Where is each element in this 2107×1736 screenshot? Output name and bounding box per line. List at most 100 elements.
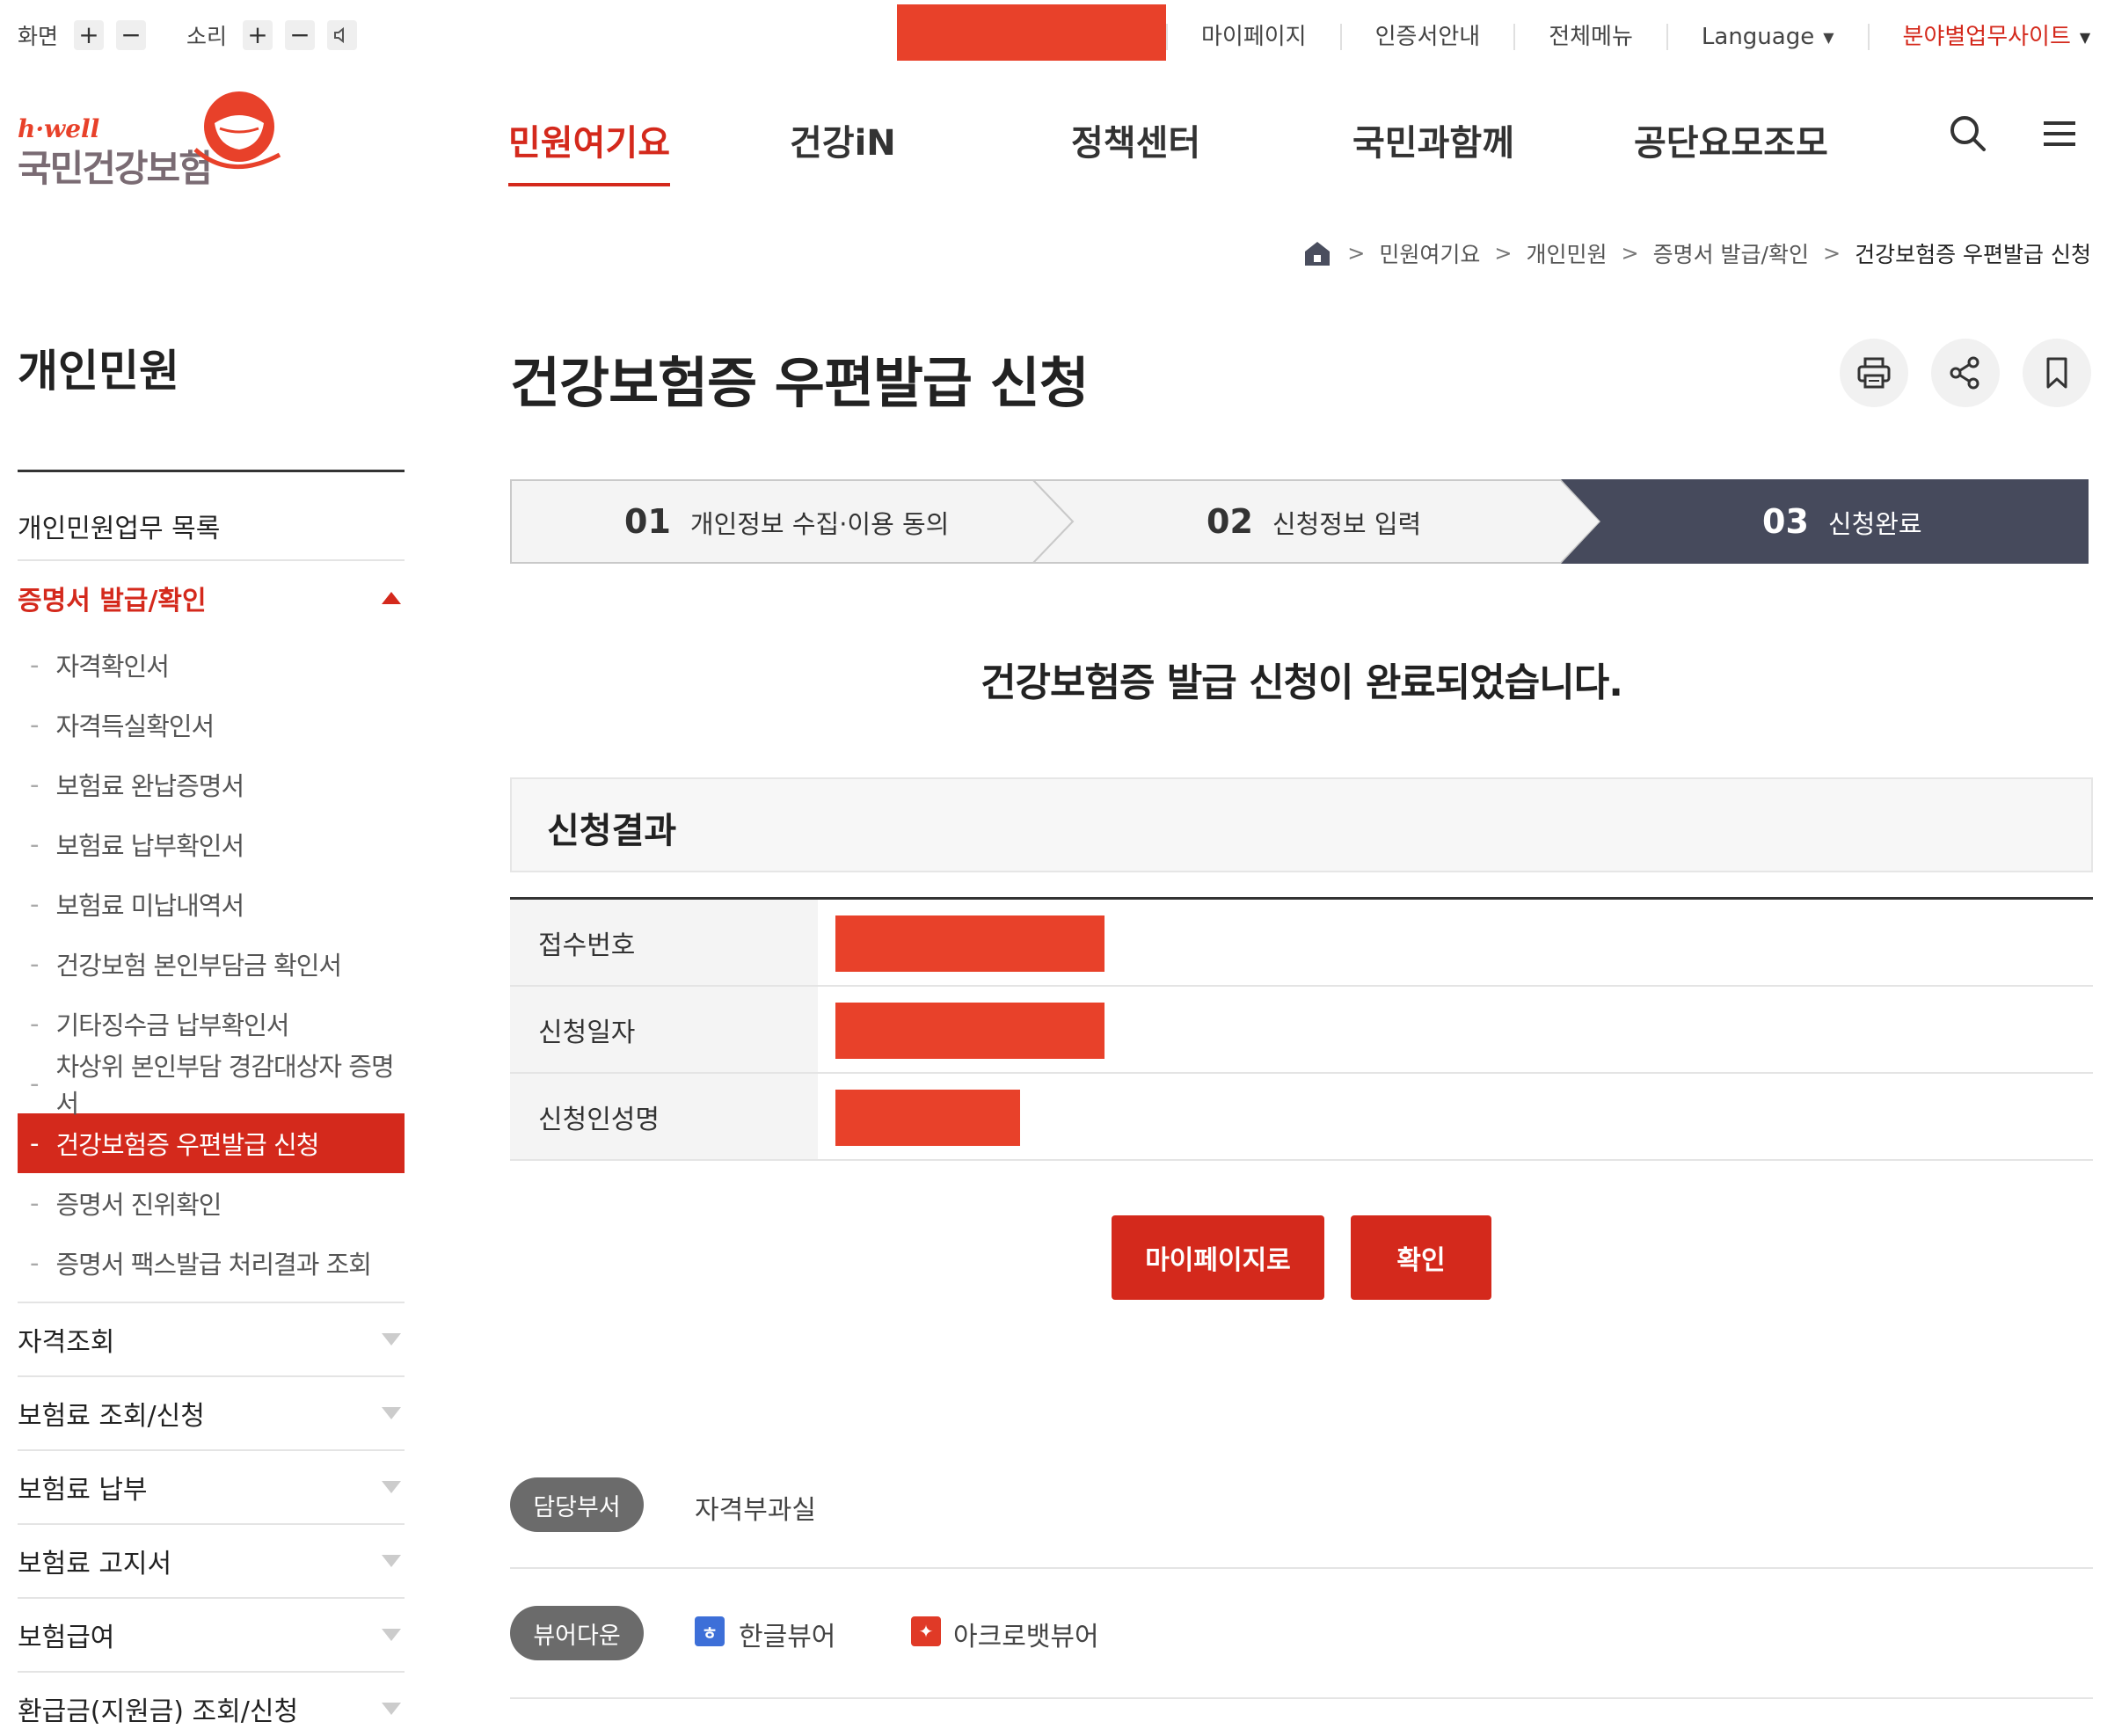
redacted-block <box>897 4 1166 61</box>
sidebar-section-eligibility[interactable]: 자격조회 <box>18 1303 405 1377</box>
search-icon[interactable] <box>1947 113 1989 155</box>
result-table: 접수번호 신청일자 신청인성명 <box>510 897 2093 1161</box>
expand-arrow-icon <box>382 1481 401 1493</box>
screen-zoom-control: 화면 + − <box>18 19 158 51</box>
breadcrumb-item[interactable]: 증명서 발급/확인 <box>1653 237 1809 269</box>
print-icon <box>1857 357 1891 389</box>
sidebar-section-label: 보험료 납부 <box>18 1475 148 1506</box>
hangul-viewer-link[interactable]: 한글뷰어 <box>739 1615 835 1653</box>
acrobat-viewer-icon: ✦ <box>911 1616 941 1646</box>
sidebar-section-certificates[interactable]: 증명서 발급/확인 <box>18 561 405 635</box>
mypage-button[interactable]: 마이페이지로 <box>1112 1215 1324 1300</box>
sidebar-sub-item[interactable]: - 차상위 본인부담 경감대상자 증명서 <box>18 1052 405 1119</box>
step-2: 02 신청정보 입력 <box>1207 502 1421 541</box>
gnb-about-nhis[interactable]: 공단요모조모 <box>1634 114 1828 165</box>
sidebar-sub-item[interactable]: - 증명서 팩스발급 처리결과 조회 <box>18 1233 405 1293</box>
gnb-policy-center[interactable]: 정책센터 <box>1071 114 1200 165</box>
gnb-civil-service[interactable]: 민원여기요 <box>508 114 670 186</box>
sidebar-divider <box>18 470 405 472</box>
sidebar-sub-item-active[interactable]: - 건강보험증 우편발급 신청 <box>18 1113 405 1173</box>
step-label: 신청완료 <box>1827 509 1922 539</box>
step-label: 신청정보 입력 <box>1272 509 1422 539</box>
sidebar-sub-item[interactable]: - 증명서 진위확인 <box>18 1173 405 1233</box>
step-3-current: 03 신청완료 <box>1762 502 1922 541</box>
utility-bar: 화면 + − 소리 + − 마이페이지 인증서안내 전체메뉴 Language ▼… <box>0 0 2107 74</box>
language-select[interactable]: Language ▼ <box>1666 24 1868 50</box>
expand-arrow-icon <box>382 1555 401 1567</box>
table-row: 신청일자 <box>510 987 2093 1074</box>
sidebar-sub-label: 자격확인서 <box>55 652 169 682</box>
sound-up-button[interactable]: + <box>243 20 273 50</box>
row-header-application-date: 신청일자 <box>510 987 818 1072</box>
breadcrumb-item[interactable]: 민원여기요 <box>1379 237 1480 269</box>
certificate-guide-link[interactable]: 인증서안내 <box>1339 24 1514 50</box>
utility-links: 마이페이지 인증서안내 전체메뉴 Language ▼ 분야별업무사이트 ▼ <box>1166 19 2107 55</box>
caret-down-icon: ▼ <box>1823 28 1834 46</box>
sound-down-button[interactable]: − <box>285 20 316 50</box>
all-menu-link[interactable]: 전체메뉴 <box>1513 24 1666 50</box>
speaker-button[interactable] <box>327 20 358 50</box>
sidebar-section-label: 보험료 조회/신청 <box>18 1401 205 1432</box>
breadcrumb: > 민원여기요 > 개인민원 > 증명서 발급/확인 > 건강보험증 우편발급 … <box>1301 237 2091 269</box>
confirm-button[interactable]: 확인 <box>1351 1215 1491 1300</box>
screen-zoom-in-button[interactable]: + <box>74 20 105 50</box>
sidebar-sub-label: 기타징수금 납부확인서 <box>55 1010 289 1040</box>
dash-marker: - <box>30 949 40 979</box>
sidebar-item-label: 개인민원업무 목록 <box>18 514 221 544</box>
sidebar-section-insurance-benefits[interactable]: 보험급여 <box>18 1599 405 1673</box>
bookmark-button[interactable] <box>2023 339 2091 407</box>
sidebar-sub-label: 보험료 납부확인서 <box>55 831 244 861</box>
print-button[interactable] <box>1840 339 1908 407</box>
screen-label: 화면 <box>18 24 59 49</box>
sidebar-sub-item[interactable]: - 자격득실확인서 <box>18 695 405 755</box>
sidebar-section-label: 환급금(지원금) 조회/신청 <box>18 1696 299 1727</box>
department-value: 자격부과실 <box>695 1495 816 1526</box>
viewer-download-pill: 뷰어다운 <box>510 1606 644 1660</box>
sidebar-sub-label: 증명서 팩스발급 처리결과 조회 <box>55 1250 371 1280</box>
breadcrumb-separator: > <box>1347 241 1366 266</box>
gnb-health-in[interactable]: 건강iN <box>790 114 896 165</box>
row-header-receipt-number: 접수번호 <box>510 900 818 985</box>
breadcrumb-item[interactable]: 개인민원 <box>1526 237 1607 269</box>
sidebar-section-refunds[interactable]: 환급금(지원금) 조회/신청 <box>18 1673 405 1736</box>
sidebar-menu: 개인민원업무 목록 증명서 발급/확인 - 자격확인서 - 자격득실확인서 - 보험료… <box>18 492 405 1736</box>
sidebar-sub-item[interactable]: - 보험료 완납증명서 <box>18 755 405 814</box>
sidebar-section-premium-payment[interactable]: 보험료 납부 <box>18 1451 405 1525</box>
sidebar-section-label: 보험급여 <box>18 1623 115 1653</box>
speaker-icon <box>334 26 345 44</box>
language-label: Language <box>1701 24 1815 50</box>
caret-down-icon: ▼ <box>2079 28 2091 46</box>
sidebar-sub-item[interactable]: - 보험료 납부확인서 <box>18 814 405 874</box>
sidebar-sub-item[interactable]: - 건강보험 본인부담금 확인서 <box>18 934 405 994</box>
step-label: 개인정보 수집·이용 동의 <box>689 509 950 539</box>
sidebar-sub-item[interactable]: - 자격확인서 <box>18 635 405 695</box>
dash-marker: - <box>30 889 40 919</box>
sidebar-item-service-list[interactable]: 개인민원업무 목록 <box>18 492 405 561</box>
department-pill: 담당부서 <box>510 1477 644 1532</box>
breadcrumb-separator: > <box>1494 241 1513 266</box>
department-row: 담당부서 자격부과실 <box>510 1477 2093 1569</box>
hamburger-menu-icon[interactable] <box>2038 113 2081 155</box>
sidebar-sub-item[interactable]: - 기타징수금 납부확인서 <box>18 994 405 1054</box>
share-button[interactable] <box>1931 339 2000 407</box>
sound-control: 소리 + − <box>186 19 369 51</box>
screen-zoom-out-button[interactable]: − <box>116 20 147 50</box>
sidebar-sub-item[interactable]: - 보험료 미납내역서 <box>18 874 405 934</box>
field-sites-select[interactable]: 분야별업무사이트 ▼ <box>1867 24 2107 50</box>
home-icon[interactable] <box>1301 237 1333 269</box>
progress-steps: 01 개인정보 수집·이용 동의 02 신청정보 입력 03 신청완료 <box>510 479 2089 564</box>
mypage-link[interactable]: 마이페이지 <box>1166 24 1340 50</box>
sidebar-sub-label: 건강보험 본인부담금 확인서 <box>55 951 342 981</box>
sidebar-section-premium-notice[interactable]: 보험료 고지서 <box>18 1525 405 1599</box>
expand-arrow-icon <box>382 1703 401 1715</box>
sidebar-section-label: 증명서 발급/확인 <box>18 586 207 616</box>
dash-marker: - <box>30 1248 40 1278</box>
result-heading: 신청결과 <box>547 811 677 851</box>
sidebar-section-premium-inquiry[interactable]: 보험료 조회/신청 <box>18 1377 405 1451</box>
acrobat-viewer-link[interactable]: 아크로뱃뷰어 <box>953 1615 1099 1653</box>
dash-marker: - <box>30 710 40 740</box>
dash-marker: - <box>30 770 40 799</box>
gnb-with-citizens[interactable]: 국민과함께 <box>1352 114 1514 165</box>
dash-marker: - <box>30 1009 40 1039</box>
step-number: 03 <box>1762 502 1809 541</box>
